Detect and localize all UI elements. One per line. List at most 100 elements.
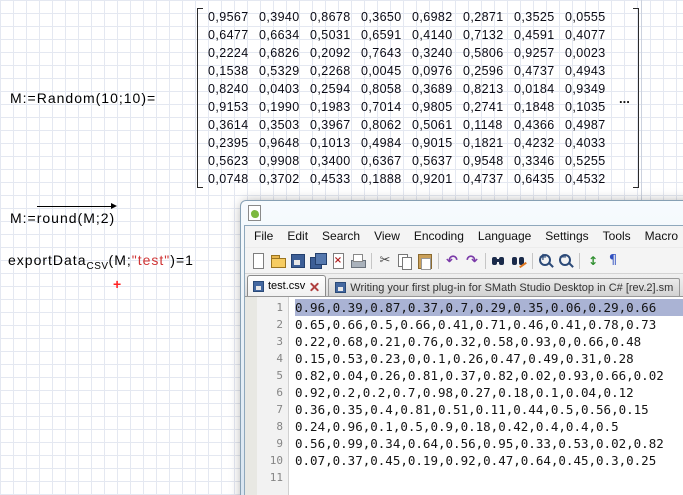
matrix-row: 0,64770,66340,50310,65910,41400,71320,45… — [208, 26, 616, 44]
matrix-cell: 0,8213 — [463, 82, 514, 96]
replace-icon[interactable] — [510, 252, 528, 270]
open-folder-icon[interactable] — [269, 252, 287, 270]
matrix-cell: 0,2594 — [310, 82, 361, 96]
menu-settings[interactable]: Settings — [538, 226, 595, 247]
line-number: 6 — [257, 384, 288, 401]
editor-line[interactable]: 0.07,0.37,0.45,0.19,0.92,0.47,0.64,0.45,… — [295, 452, 683, 469]
editor-line[interactable] — [295, 469, 683, 486]
menu-search[interactable]: Search — [315, 226, 367, 247]
matrix-cell: 0,6634 — [259, 28, 310, 42]
matrix-cell: 0,1990 — [259, 100, 310, 114]
new-file-icon[interactable] — [249, 252, 267, 270]
editor-line[interactable]: 0.24,0.96,0.1,0.5,0.9,0.18,0.42,0.4,0.4,… — [295, 418, 683, 435]
editor-line[interactable]: 0.65,0.66,0.5,0.66,0.41,0.71,0.46,0.41,0… — [295, 316, 683, 333]
matrix-cell: 0,0403 — [259, 82, 310, 96]
matrix-cell: 0,2871 — [463, 10, 514, 24]
find-icon[interactable] — [490, 252, 508, 270]
menu-language[interactable]: Language — [471, 226, 538, 247]
matrix-cell: 0,3689 — [412, 82, 463, 96]
menu-tools[interactable]: Tools — [596, 226, 638, 247]
matrix-cell: 0,1035 — [565, 100, 616, 114]
tab-test-csv[interactable]: test.csv — [247, 275, 326, 296]
smath-cursor-cross: + — [113, 276, 121, 292]
matrix-cell: 0,3967 — [310, 118, 361, 132]
editor-line[interactable]: 0.96,0.39,0.87,0.37,0.7,0.29,0.35,0.06,0… — [295, 299, 683, 316]
undo-icon[interactable]: ↶ — [443, 252, 461, 270]
toolbar-separator — [532, 253, 533, 269]
line-number: 11 — [257, 469, 288, 486]
editor-line[interactable]: 0.82,0.04,0.26,0.81,0.37,0.82,0.02,0.93,… — [295, 367, 683, 384]
matrix-result[interactable]: 0,95670,39400,86780,36500,69820,28710,35… — [197, 8, 639, 188]
matrix-cell: 0,2395 — [208, 136, 259, 150]
editor-line[interactable]: 0.22,0.68,0.21,0.76,0.32,0.58,0.93,0,0.6… — [295, 333, 683, 350]
matrix-cell: 0,0748 — [208, 172, 259, 186]
matrix-cell: 0,1983 — [310, 100, 361, 114]
zoom-in-icon[interactable]: + — [537, 252, 555, 270]
paste-icon[interactable] — [416, 252, 434, 270]
matrix-cell: 0,4591 — [514, 28, 565, 42]
line-number: 5 — [257, 367, 288, 384]
export-expression[interactable]: exportDataCSV(M;"test")=1 — [8, 252, 194, 272]
matrix-cell: 0,8240 — [208, 82, 259, 96]
matrix-cell: 0,2224 — [208, 46, 259, 60]
matrix-cell: 0,4943 — [565, 64, 616, 78]
matrix-cell: 0,6826 — [259, 46, 310, 60]
random-expression-lhs: M:=Random(10;10)= — [10, 90, 156, 106]
matrix-cell: 0,5031 — [310, 28, 361, 42]
toolbar-separator — [371, 253, 372, 269]
matrix-rows: 0,95670,39400,86780,36500,69820,28710,35… — [203, 8, 618, 188]
cut-icon[interactable]: ✂ — [376, 252, 394, 270]
matrix-cell: 0,1148 — [463, 118, 514, 132]
show-symbols-icon[interactable]: ¶ — [604, 252, 622, 270]
editor-line[interactable]: 0.15,0.53,0.23,0,0.1,0.26,0.47,0.49,0.31… — [295, 350, 683, 367]
matrix-cell: 0,4077 — [565, 28, 616, 42]
matrix-cell: 0,3650 — [361, 10, 412, 24]
editor-line[interactable]: 0.56,0.99,0.34,0.64,0.56,0.95,0.33,0.53,… — [295, 435, 683, 452]
toolbar: × ✂ ↶↷ +−↕¶ — [245, 247, 683, 274]
matrix-right-bracket — [633, 8, 639, 188]
menu-encoding[interactable]: Encoding — [407, 226, 471, 247]
editor-area: 1234567891011 0.96,0.39,0.87,0.37,0.7,0.… — [245, 297, 683, 495]
line-number: 2 — [257, 316, 288, 333]
editor-line[interactable]: 0.92,0.2,0.2,0.7,0.98,0.27,0.18,0.1,0.04… — [295, 384, 683, 401]
save-all-icon[interactable] — [309, 252, 327, 270]
matrix-cell: 0,2268 — [310, 64, 361, 78]
matrix-cell: 0,7132 — [463, 28, 514, 42]
save-icon[interactable] — [289, 252, 307, 270]
tab-label: test.csv — [268, 280, 305, 292]
menu-view[interactable]: View — [367, 226, 407, 247]
line-number: 7 — [257, 401, 288, 418]
matrix-cell: 0,6367 — [361, 154, 412, 168]
matrix-cell: 0,4533 — [310, 172, 361, 186]
copy-icon[interactable] — [396, 252, 414, 270]
line-numbers: 1234567891011 — [257, 297, 289, 495]
line-number: 8 — [257, 418, 288, 435]
round-expression[interactable]: M:=round(M;2) — [10, 210, 115, 226]
editor-lines[interactable]: 0.96,0.39,0.87,0.37,0.7,0.29,0.35,0.06,0… — [289, 297, 683, 495]
menu-file[interactable]: File — [247, 226, 280, 247]
menu-edit[interactable]: Edit — [280, 226, 315, 247]
matrix-cell: 0,0045 — [361, 64, 412, 78]
random-expression[interactable]: M:=Random(10;10)= — [10, 8, 156, 188]
tab-smath-plugin-doc[interactable]: Writing your first plug-in for SMath Stu… — [328, 278, 680, 296]
close-icon[interactable]: × — [329, 252, 347, 270]
export-function-name: exportData — [8, 252, 86, 268]
matrix-cell: 0,4737 — [514, 64, 565, 78]
notepad-title-bar[interactable] — [244, 201, 683, 225]
matrix-cell: 0,1538 — [208, 64, 259, 78]
matrix-row: 0,95670,39400,86780,36500,69820,28710,35… — [208, 8, 616, 26]
matrix-cell: 0,2596 — [463, 64, 514, 78]
print-icon[interactable] — [349, 252, 367, 270]
redo-icon[interactable]: ↷ — [463, 252, 481, 270]
menu-macro[interactable]: Macro — [638, 226, 683, 247]
zoom-out-icon[interactable]: − — [557, 252, 575, 270]
sync-scroll-icon[interactable]: ↕ — [584, 252, 602, 270]
matrix-cell: 0,9648 — [259, 136, 310, 150]
matrix-cell: 0,4532 — [565, 172, 616, 186]
tab-close-icon[interactable] — [309, 281, 320, 292]
file-saved-icon — [253, 281, 264, 292]
editor-line[interactable]: 0.36,0.35,0.4,0.81,0.51,0.11,0.44,0.5,0.… — [295, 401, 683, 418]
editor-gutter: 1234567891011 — [245, 297, 289, 495]
line-number: 3 — [257, 333, 288, 350]
toolbar-separator — [438, 253, 439, 269]
